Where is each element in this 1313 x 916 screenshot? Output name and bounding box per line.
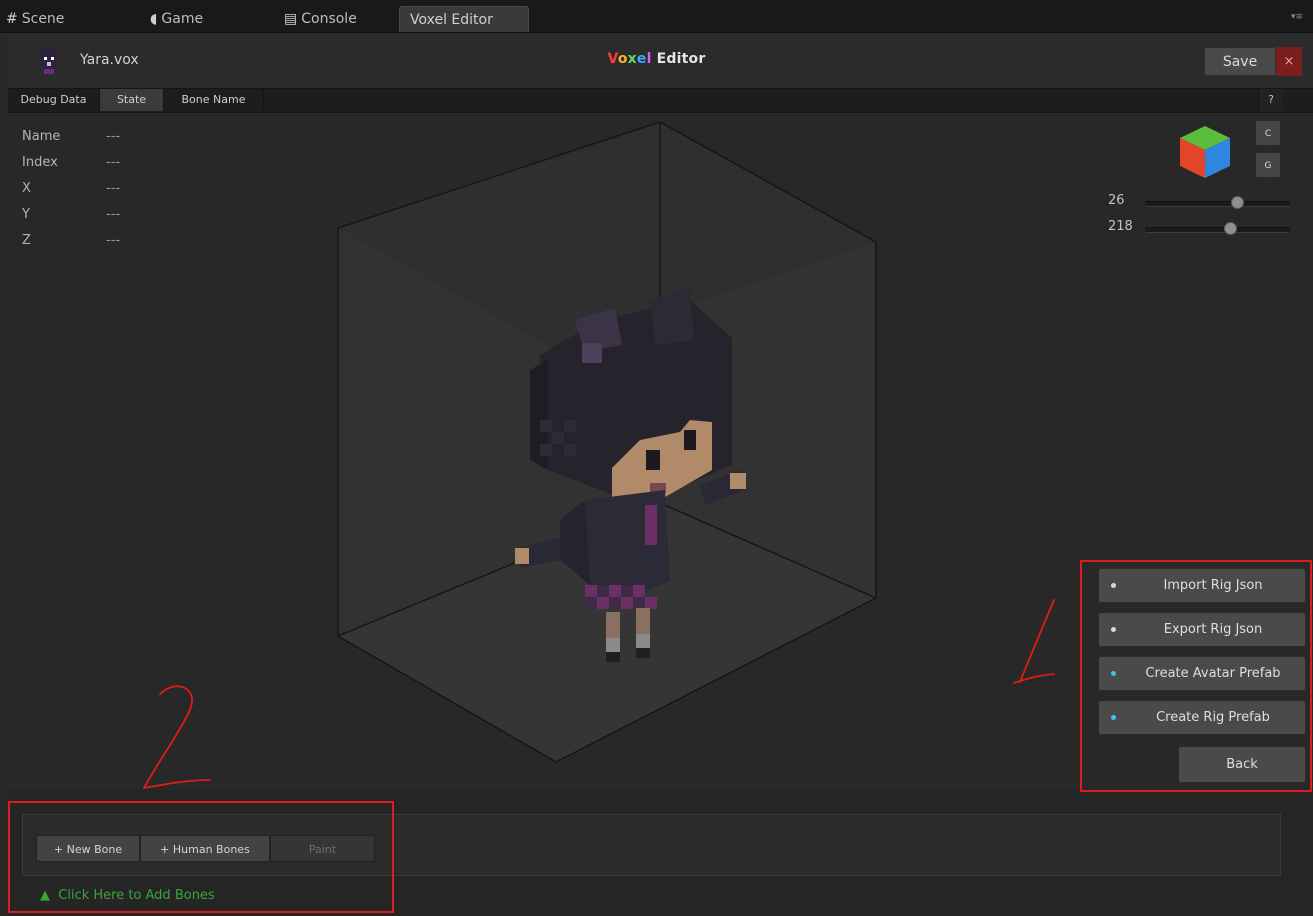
info-name-label: Name [22, 129, 61, 144]
info-y-label: Y [22, 207, 30, 222]
info-index-label: Index [22, 155, 58, 170]
info-index-value: --- [106, 155, 121, 170]
annotation-mark-2 [142, 685, 211, 790]
info-z-value: --- [106, 233, 121, 248]
rotation-y-value: 218 [1108, 219, 1133, 234]
tab-console-label: Console [301, 11, 357, 27]
tab-bone-name[interactable]: Bone Name [164, 89, 264, 111]
rotation-x-value: 26 [1108, 193, 1125, 208]
info-x-value: --- [106, 181, 121, 196]
orientation-cube-icon[interactable] [1178, 124, 1232, 180]
close-button[interactable]: × [1276, 47, 1302, 76]
annotation-box-1 [1080, 560, 1312, 792]
info-x-label: X [22, 181, 31, 196]
annotation-box-2 [8, 801, 394, 913]
tab-voxel-editor-label: Voxel Editor [410, 12, 493, 28]
info-name-value: --- [106, 129, 121, 144]
save-button[interactable]: Save [1204, 47, 1276, 76]
tab-debug-data[interactable]: Debug Data [8, 89, 100, 111]
console-icon: ▤ [284, 11, 298, 27]
tab-game[interactable]: ◖ Game [144, 6, 264, 32]
tab-voxel-editor[interactable]: Voxel Editor [399, 6, 529, 32]
tab-scene-label: Scene [21, 11, 65, 27]
page-title: Voxel Editor [607, 51, 706, 67]
annotation-mark-1 [1013, 599, 1055, 684]
help-button[interactable]: ? [1258, 89, 1283, 111]
tab-scene[interactable]: # Scene [0, 6, 130, 32]
tab-console[interactable]: ▤ Console [278, 6, 388, 32]
c-button[interactable]: C [1255, 120, 1281, 146]
tab-menu-icon[interactable]: ▾≡ [1291, 12, 1303, 22]
info-y-value: --- [106, 207, 121, 222]
rotation-x-slider[interactable] [1145, 201, 1290, 207]
info-z-label: Z [22, 233, 31, 248]
rotation-y-slider-thumb[interactable] [1224, 222, 1238, 235]
rotation-y-slider[interactable] [1145, 227, 1290, 233]
tab-state[interactable]: State [100, 89, 164, 111]
pacman-icon: ◖ [150, 11, 158, 27]
g-button[interactable]: G [1255, 152, 1281, 178]
grid-icon: # [6, 11, 18, 27]
tab-game-label: Game [161, 11, 204, 27]
